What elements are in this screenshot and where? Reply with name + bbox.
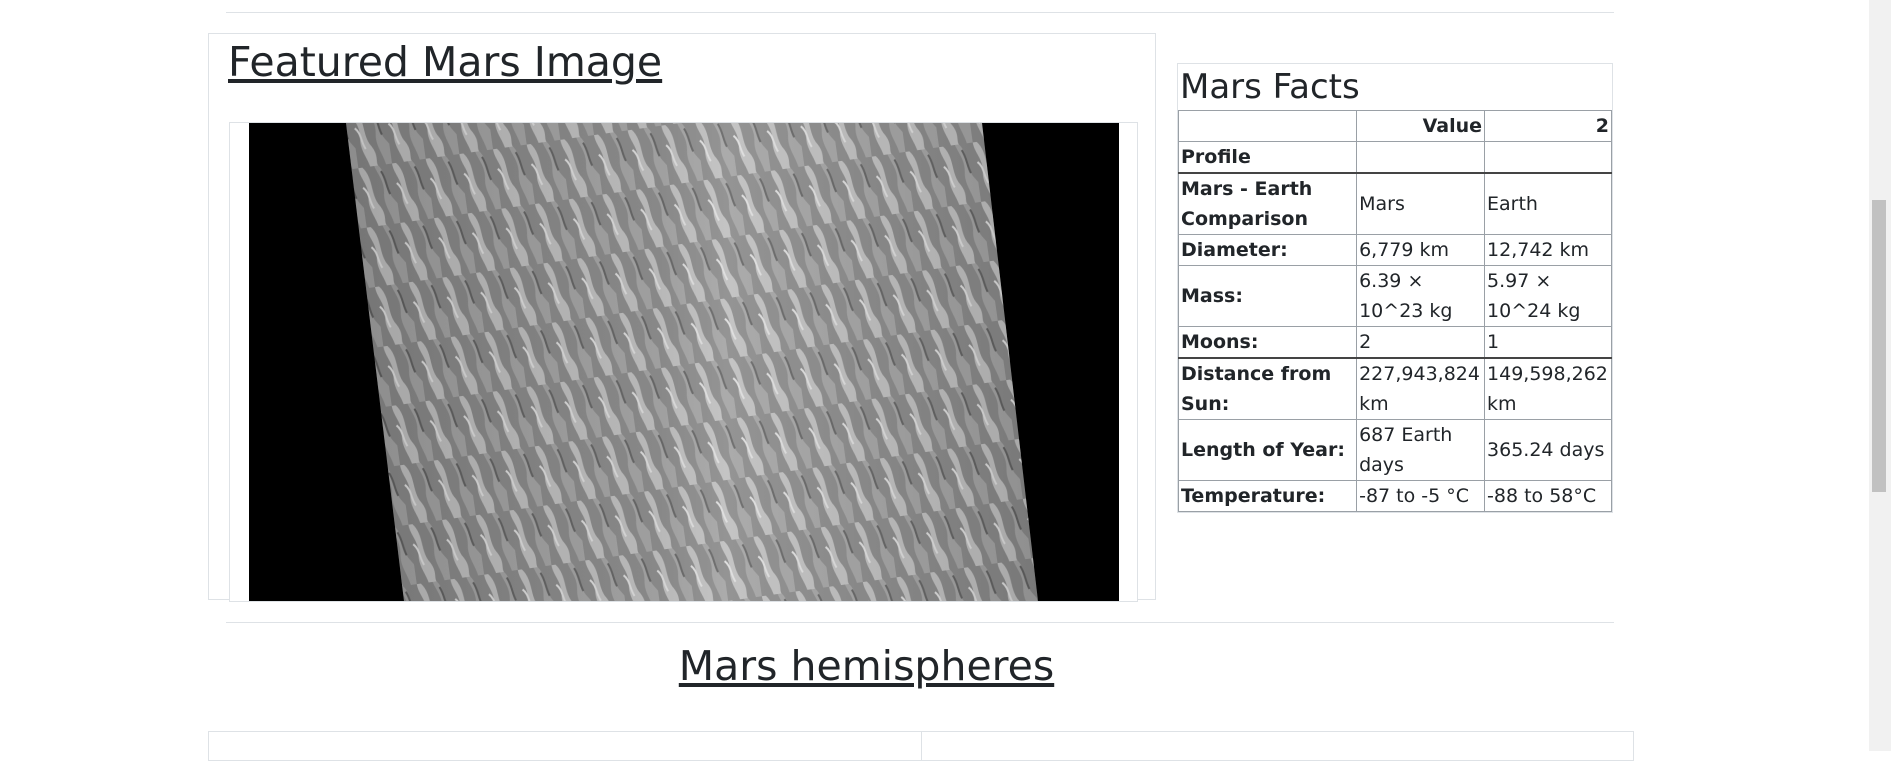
header-cell-index: 2 <box>1484 110 1612 142</box>
mars-value: 6.39 × 10^23 kg <box>1356 265 1486 327</box>
table-row: Mars - Earth Comparison Mars Earth <box>1177 172 1612 235</box>
top-divider <box>226 12 1614 13</box>
mars-value: 227,943,824 km <box>1356 357 1486 420</box>
row-label: Distance from Sun: <box>1177 357 1358 420</box>
table-header-row: Value 2 <box>1177 110 1612 142</box>
table-row: Temperature: -87 to -5 °C -88 to 58°C <box>1177 480 1612 512</box>
earth-value <box>1484 141 1612 174</box>
mars-facts-panel: Mars Facts Value 2 Profile Mars - Earth … <box>1177 63 1613 513</box>
hemispheres-title: Mars hemispheres <box>678 642 1055 690</box>
table-row: Distance from Sun: 227,943,824 km 149,59… <box>1177 357 1612 420</box>
section-divider <box>226 622 1614 623</box>
row-label: Profile <box>1177 141 1358 174</box>
mars-value: -87 to -5 °C <box>1356 480 1486 512</box>
earth-value: Earth <box>1484 172 1612 235</box>
table-row: Length of Year: 687 Earth days 365.24 da… <box>1177 419 1612 481</box>
mars-value: 6,779 km <box>1356 234 1486 266</box>
table-row: Mass: 6.39 × 10^23 kg 5.97 × 10^24 kg <box>1177 265 1612 327</box>
featured-image-title: Featured Mars Image <box>228 38 663 86</box>
mars-facts-title: Mars Facts <box>1180 67 1360 107</box>
earth-value: 5.97 × 10^24 kg <box>1484 265 1612 327</box>
row-label: Mass: <box>1177 265 1358 327</box>
earth-value: -88 to 58°C <box>1484 480 1612 512</box>
mars-value: 687 Earth days <box>1356 419 1486 481</box>
featured-image-card: Featured Mars Image <box>208 33 1156 602</box>
hemisphere-card[interactable] <box>208 731 922 761</box>
mars-value: Mars <box>1356 172 1486 235</box>
table-row: Moons: 2 1 <box>1177 326 1612 359</box>
mars-terrain-graphic <box>346 123 1038 601</box>
mars-facts-table: Value 2 Profile Mars - Earth Comparison … <box>1177 110 1612 512</box>
hemisphere-card[interactable] <box>921 731 1634 761</box>
header-cell <box>1177 110 1358 142</box>
earth-value: 1 <box>1484 326 1612 359</box>
row-label: Diameter: <box>1177 234 1358 266</box>
header-cell-value: Value <box>1356 110 1486 142</box>
table-row: Profile <box>1177 141 1612 174</box>
mars-value <box>1356 141 1486 174</box>
row-label: Mars - Earth Comparison <box>1177 172 1358 235</box>
featured-mars-image[interactable] <box>249 123 1119 601</box>
row-label: Temperature: <box>1177 480 1358 512</box>
row-label: Moons: <box>1177 326 1358 359</box>
mars-value: 2 <box>1356 326 1486 359</box>
vertical-scrollbar[interactable] <box>1869 0 1891 751</box>
earth-value: 149,598,262 km <box>1484 357 1612 420</box>
table-row: Diameter: 6,779 km 12,742 km <box>1177 234 1612 266</box>
row-label: Length of Year: <box>1177 419 1358 481</box>
scrollbar-thumb[interactable] <box>1872 200 1886 492</box>
earth-value: 365.24 days <box>1484 419 1612 481</box>
earth-value: 12,742 km <box>1484 234 1612 266</box>
featured-image-frame <box>229 122 1138 602</box>
